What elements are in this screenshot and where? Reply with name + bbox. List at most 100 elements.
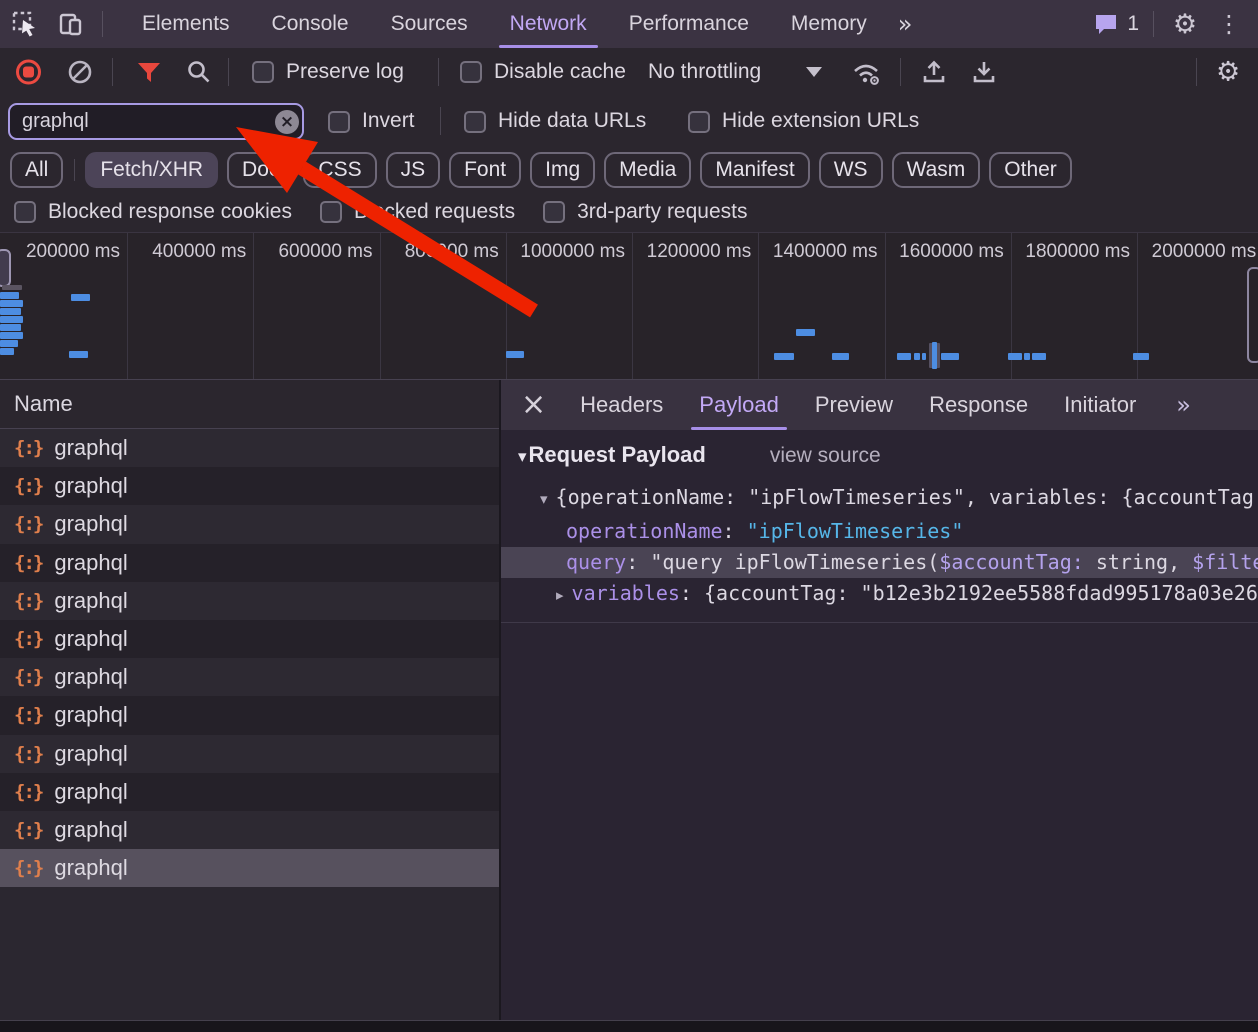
json-request-icon: {:} xyxy=(14,743,42,765)
request-row[interactable]: {:}graphql xyxy=(0,811,499,849)
tabbar-right-cluster: 1 ⚙ ⋮ xyxy=(1093,0,1258,48)
3rd-party-requests-checkbox[interactable] xyxy=(543,201,565,223)
tab-console[interactable]: Console xyxy=(251,0,370,48)
detail-tab-payload[interactable]: Payload xyxy=(681,380,797,430)
type-pill-img[interactable]: Img xyxy=(530,152,595,188)
type-pill-js[interactable]: JS xyxy=(386,152,441,188)
request-row[interactable]: {:}graphql xyxy=(0,467,499,505)
close-panel-button[interactable]: × xyxy=(501,390,562,420)
throttling-caret-icon[interactable] xyxy=(806,67,822,77)
request-row[interactable]: {:}graphql xyxy=(0,735,499,773)
device-toolbar-button[interactable] xyxy=(54,7,88,41)
export-har-button[interactable] xyxy=(970,58,998,86)
network-conditions-button[interactable] xyxy=(850,58,884,86)
hide-data-urls-checkbox[interactable] xyxy=(464,111,486,133)
timeline-tick-label: 1200000 ms xyxy=(647,241,752,263)
type-pill-doc[interactable]: Doc xyxy=(227,152,294,188)
record-network-log-button[interactable] xyxy=(16,59,41,84)
type-pill-manifest[interactable]: Manifest xyxy=(700,152,809,188)
tab-network[interactable]: Network xyxy=(489,0,608,48)
clear-network-log-button[interactable] xyxy=(66,58,94,86)
request-row[interactable]: {:}graphql xyxy=(0,505,499,543)
detail-tab-preview[interactable]: Preview xyxy=(797,380,911,430)
throttling-select[interactable]: No throttling xyxy=(648,60,761,84)
filter-toggle-button[interactable] xyxy=(136,60,162,84)
request-row[interactable]: {:}graphql xyxy=(0,544,499,582)
timeline-activity-bar xyxy=(832,353,849,360)
tab-sources[interactable]: Sources xyxy=(370,0,489,48)
overview-right-handle[interactable] xyxy=(1247,267,1258,363)
payload-tree-row[interactable]: ▾ {operationName: "ipFlowTimeseries", var… xyxy=(501,482,1258,513)
tab-elements[interactable]: Elements xyxy=(121,0,251,48)
code-segment: "query ipFlowTimeseries( xyxy=(650,550,939,574)
request-name: graphql xyxy=(54,855,127,881)
toolbar-divider xyxy=(102,11,103,37)
json-request-icon: {:} xyxy=(14,819,42,841)
timeline-activity-bar xyxy=(932,342,937,369)
request-row[interactable]: {:}graphql xyxy=(0,696,499,734)
detail-tab-response[interactable]: Response xyxy=(911,380,1046,430)
request-row[interactable]: {:}graphql xyxy=(0,773,499,811)
type-pill-all[interactable]: All xyxy=(10,152,63,188)
timeline-activity-bar xyxy=(2,285,22,290)
detail-tabs: HeadersPayloadPreviewResponseInitiator xyxy=(562,380,1154,430)
payload-tree-row[interactable]: operationName: "ipFlowTimeseries" xyxy=(501,516,1258,547)
json-request-icon: {:} xyxy=(14,590,42,612)
request-row[interactable]: {:}graphql xyxy=(0,429,499,467)
type-pill-wasm[interactable]: Wasm xyxy=(892,152,981,188)
blocked-response-cookies-label: Blocked response cookies xyxy=(48,200,292,224)
overview-left-handle[interactable] xyxy=(0,249,11,287)
request-row[interactable]: {:}graphql xyxy=(0,849,499,887)
invert-checkbox[interactable] xyxy=(328,111,350,133)
payload-section-title[interactable]: Request Payload xyxy=(529,442,706,468)
main-menu-button[interactable]: ⋮ xyxy=(1212,7,1246,41)
type-pill-media[interactable]: Media xyxy=(604,152,691,188)
timeline-activity-bar xyxy=(1008,353,1022,360)
request-name: graphql xyxy=(54,435,127,461)
hide-data-urls-label: Hide data URLs xyxy=(498,109,646,133)
network-settings-button[interactable]: ⚙ xyxy=(1216,58,1240,85)
blocked-response-cookies-checkbox[interactable] xyxy=(14,201,36,223)
request-row[interactable]: {:}graphql xyxy=(0,658,499,696)
timeline-activity-bar xyxy=(506,351,524,358)
type-pill-ws[interactable]: WS xyxy=(819,152,883,188)
tree-expand-icon[interactable]: ▾ xyxy=(540,490,548,508)
preserve-log-checkbox[interactable] xyxy=(252,61,274,83)
type-pill-css[interactable]: CSS xyxy=(303,152,376,188)
payload-tree-row[interactable]: query: "query ipFlowTimeseries($accountT… xyxy=(501,547,1258,578)
issues-button[interactable]: 1 xyxy=(1093,12,1139,36)
request-row[interactable]: {:}graphql xyxy=(0,582,499,620)
payload-pane: ▾ Request Payload view source ▾ {operatio… xyxy=(501,430,1258,1020)
type-pill-other[interactable]: Other xyxy=(989,152,1072,188)
view-source-link[interactable]: view source xyxy=(770,444,881,468)
blocked-requests-checkbox[interactable] xyxy=(320,201,342,223)
settings-button[interactable]: ⚙ xyxy=(1168,7,1202,41)
toolbar-divider xyxy=(438,58,439,86)
type-pill-fetch-xhr[interactable]: Fetch/XHR xyxy=(85,152,218,188)
clear-filter-button[interactable]: × xyxy=(275,110,299,134)
search-button[interactable] xyxy=(186,59,212,85)
more-tabs-icon[interactable]: » xyxy=(888,10,923,38)
tab-memory[interactable]: Memory xyxy=(770,0,888,48)
column-header-name[interactable]: Name xyxy=(0,380,499,429)
request-row[interactable]: {:}graphql xyxy=(0,620,499,658)
code-segment: {operationName: "ipFlowTimeseries", vari… xyxy=(556,485,1254,509)
tree-expand-icon[interactable]: ▸ xyxy=(556,586,564,604)
payload-tree-row[interactable]: ▸variables: {accountTag: "b12e3b2192ee55… xyxy=(501,578,1258,609)
type-pill-font[interactable]: Font xyxy=(449,152,521,188)
section-collapse-icon[interactable]: ▾ xyxy=(518,447,527,467)
detail-tab-headers[interactable]: Headers xyxy=(562,380,681,430)
import-har-button[interactable] xyxy=(920,58,948,86)
timeline-activity-bar xyxy=(0,324,21,331)
detail-tab-initiator[interactable]: Initiator xyxy=(1046,380,1154,430)
disable-cache-checkbox[interactable] xyxy=(460,61,482,83)
timeline-activity-bar xyxy=(71,294,90,301)
more-detail-tabs-icon[interactable]: » xyxy=(1162,391,1205,419)
timeline-tick-label: 800000 ms xyxy=(405,241,499,263)
hide-extension-urls-checkbox[interactable] xyxy=(688,111,710,133)
tab-performance[interactable]: Performance xyxy=(608,0,770,48)
filter-input[interactable] xyxy=(8,103,304,140)
network-overview-timeline[interactable]: 200000 ms400000 ms600000 ms800000 ms1000… xyxy=(0,232,1258,380)
inspect-element-button[interactable] xyxy=(8,7,42,41)
timeline-activity-bar xyxy=(922,353,926,360)
